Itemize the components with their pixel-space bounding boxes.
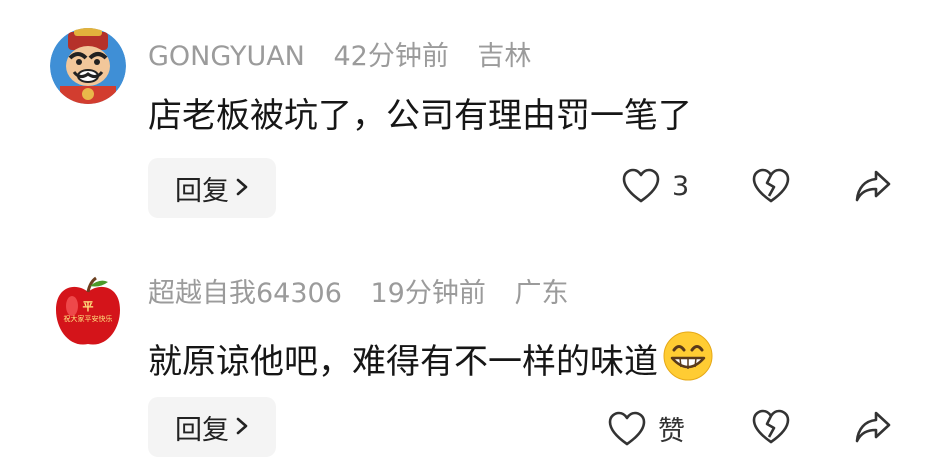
cartoon-god-of-wealth-avatar-icon xyxy=(50,28,126,104)
reply-button[interactable]: 回复 xyxy=(148,397,276,457)
heart-outline-icon xyxy=(622,168,660,204)
grinning-face-emoji-icon xyxy=(662,330,714,393)
broken-heart-icon xyxy=(752,409,790,445)
avatar-text-top: 平 xyxy=(82,300,94,313)
broken-heart-icon xyxy=(752,168,790,204)
comment-item: 平 祝大家平安快乐 超越自我64306 19分钟前 广东 就原谅他吧，难得有不一… xyxy=(0,230,945,466)
chevron-right-icon xyxy=(235,412,249,443)
like-count: 3 xyxy=(672,170,690,202)
comment-meta: GONGYUAN 42分钟前 吉林 xyxy=(148,40,551,74)
location: 广东 xyxy=(514,278,569,309)
timestamp: 42分钟前 xyxy=(333,41,449,72)
like-button[interactable]: 赞 xyxy=(608,409,685,448)
location: 吉林 xyxy=(477,41,532,72)
like-label: 赞 xyxy=(658,416,685,447)
comment-text: 店老板被坑了，公司有理由罚一笔了 xyxy=(148,96,692,136)
reply-label: 回复 xyxy=(175,414,229,446)
chevron-right-icon xyxy=(235,173,249,204)
reply-button[interactable]: 回复 xyxy=(148,158,276,218)
comment-item: GONGYUAN 42分钟前 吉林 店老板被坑了，公司有理由罚一笔了 回复 3 xyxy=(0,0,945,230)
share-arrow-icon xyxy=(854,168,892,204)
share-arrow-icon xyxy=(854,409,892,445)
username[interactable]: 超越自我64306 xyxy=(148,278,342,309)
username[interactable]: GONGYUAN xyxy=(148,41,305,72)
share-button[interactable] xyxy=(854,168,892,204)
share-button[interactable] xyxy=(854,409,892,445)
avatar[interactable]: 平 祝大家平安快乐 xyxy=(50,274,126,350)
reply-label: 回复 xyxy=(175,175,229,207)
comment-text: 就原谅他吧，难得有不一样的味道 xyxy=(148,330,714,393)
avatar-text-bottom: 祝大家平安快乐 xyxy=(63,315,113,323)
avatar[interactable] xyxy=(50,28,126,104)
comment-meta: 超越自我64306 19分钟前 广东 xyxy=(148,277,588,311)
comment-text-body: 就原谅他吧，难得有不一样的味道 xyxy=(148,341,658,382)
dislike-button[interactable] xyxy=(752,168,790,204)
like-button[interactable]: 3 xyxy=(622,168,689,204)
timestamp: 19分钟前 xyxy=(370,278,486,309)
dislike-button[interactable] xyxy=(752,409,790,445)
heart-outline-icon xyxy=(608,411,646,447)
